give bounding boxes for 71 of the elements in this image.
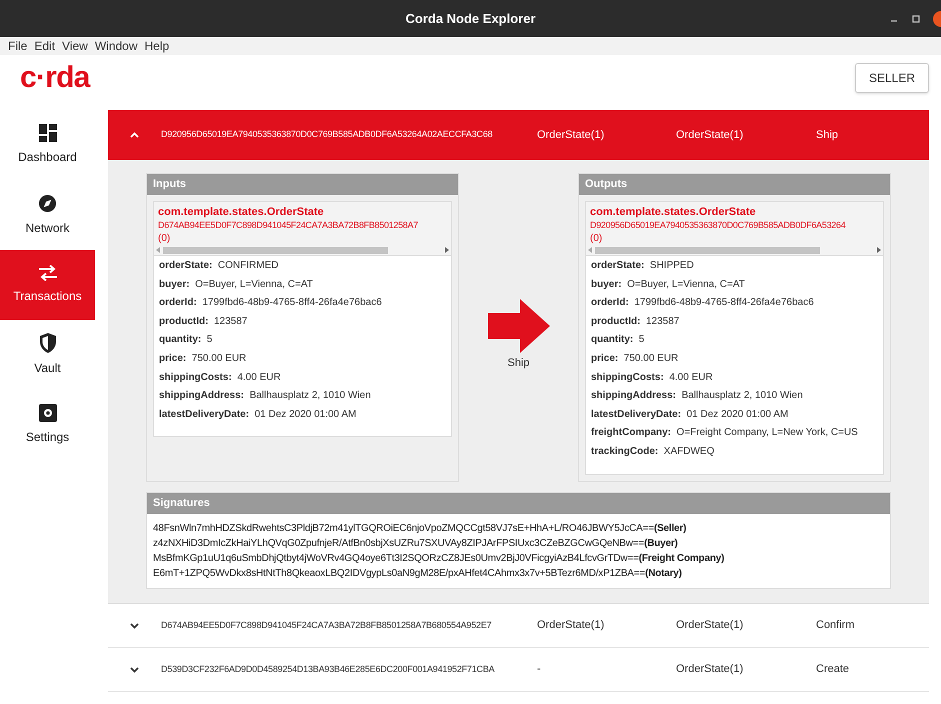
- sidebar-item[interactable]: Transactions: [0, 250, 95, 320]
- field-row-text: productId: 123587: [159, 314, 248, 329]
- state-index: (0): [158, 232, 172, 245]
- menu-item[interactable]: Edit: [34, 37, 56, 55]
- state-ref: D920956D65019EA7940535363870D0C769B585ADB0DF6A53264: [590, 219, 846, 232]
- command-cell-text: Create: [816, 662, 850, 678]
- field-row-text: shippingCosts: 4.00 EUR: [159, 370, 281, 385]
- node-button[interactable]: SELLER: [854, 62, 929, 92]
- menu-item[interactable]: Window: [94, 37, 138, 55]
- command-cell-text: Ship: [816, 128, 838, 143]
- menu-item[interactable]: File: [8, 37, 28, 55]
- field-row-text: shippingAddress: Ballhausplatz 2, 1010 Wien: [159, 389, 371, 404]
- arrows-icon: [38, 265, 58, 281]
- inputs-cell-text: -: [537, 662, 542, 678]
- field-row-text: quantity: 5: [591, 333, 644, 348]
- field-row-text: buyer: O=Buyer, L=Vienna, C=AT: [159, 278, 313, 292]
- dashboard-icon: [38, 124, 56, 142]
- signature-line: E6mT+1ZPQ5WvDkx8sHtNtTh8QkeaoxLBQ2IDVgypLs0aN9gM28E/pxAHfet4CAhmx3x7v+5BTezr6MD/xP1ZBA==(Notary): [153, 567, 683, 581]
- panel-header: Signatures: [147, 493, 890, 514]
- transaction-row[interactable]: D920956D65019EA7940535363870D0C769B585ADB0DF6A53264A02AECCFA3C68 OrderState(1) OrderState(1) Ship: [108, 110, 929, 160]
- close-icon[interactable]: [933, 10, 941, 26]
- field-row-text: latestDeliveryDate: 01 Dez 2020 01:00 AM: [591, 408, 788, 422]
- panel-header: Outputs: [579, 174, 890, 195]
- scroll-right-icon[interactable]: [877, 247, 881, 253]
- inputs-cell-text: OrderState(1): [537, 128, 606, 143]
- signature-line: MsBfmKGp1uU1q6uSmbDhjQtbyt4jWoVRv4GQ4oye6Tt3I2SQORzCZ8JEs0Umv2BjJ0VFicgyiAzB4LfcvGrTDw==(Freight Company): [153, 552, 726, 566]
- caret-up-icon[interactable]: [130, 132, 139, 138]
- field-row-text: latestDeliveryDate: 01 Dez 2020 01:00 AM: [159, 408, 356, 422]
- state-type: com.template.states.OrderState: [590, 205, 757, 219]
- window-title: Corda Node Explorer: [405, 10, 536, 28]
- field-row-text: orderId: 1799fbd6-48b9-4765-8ff4-26fa4e76bac6: [159, 296, 382, 310]
- field-row-text: orderState: CONFIRMED: [159, 259, 278, 273]
- field-row-text: freightCompany: O=Freight Company, L=New York, C=US: [591, 426, 858, 440]
- field-row-text: orderState: SHIPPED: [591, 259, 694, 273]
- transaction-id: D539D3CF232F6AD9D0D4589254D13BA93B46E285E6DC200F001A941952F71CBA: [161, 662, 496, 676]
- outputs-cell-text: OrderState(1): [676, 618, 744, 634]
- scrollbar[interactable]: [154, 245, 451, 256]
- field-row-text: shippingCosts: 4.00 EUR: [591, 370, 713, 385]
- state-type: com.template.states.OrderState: [158, 205, 325, 219]
- field-row-text: shippingAddress: Ballhausplatz 2, 1010 Wien: [591, 389, 803, 404]
- field-row-text: price: 750.00 EUR: [591, 352, 678, 366]
- field-row-text: orderId: 1799fbd6-48b9-4765-8ff4-26fa4e76bac6: [591, 296, 814, 310]
- command-cell-text: Confirm: [816, 618, 855, 634]
- field-row-text: quantity: 5: [159, 333, 212, 348]
- field-row-text: productId: 123587: [591, 314, 680, 329]
- inputs-cell-text: OrderState(1): [537, 618, 606, 634]
- field-row-text: price: 750.00 EUR: [159, 352, 246, 366]
- panel-header: Inputs: [147, 174, 458, 195]
- outputs-cell-text: OrderState(1): [676, 128, 744, 143]
- scroll-right-icon[interactable]: [445, 247, 449, 253]
- caret-down-icon[interactable]: [130, 666, 139, 672]
- maximize-icon[interactable]: [911, 14, 921, 24]
- logo: c·rda: [20, 62, 90, 92]
- menu-item[interactable]: View: [62, 37, 88, 55]
- field-row-text: buyer: O=Buyer, L=Vienna, C=AT: [591, 278, 745, 292]
- scrollbar[interactable]: [586, 245, 883, 256]
- command-label: Ship: [507, 356, 530, 371]
- state-ref: D674AB94EE5D0F7C898D941045F24CA7A3BA72B8FB8501258A7: [158, 219, 418, 232]
- field-row-text: trackingCode: XAFDWEQ: [591, 444, 714, 459]
- transaction-id: D674AB94EE5D0F7C898D941045F24CA7A3BA72B8FB8501258A7B680554A952E7: [161, 618, 492, 632]
- shield-icon: [38, 333, 56, 353]
- caret-down-icon[interactable]: [130, 622, 139, 628]
- compass-icon: [38, 194, 57, 212]
- transaction-id: D920956D65019EA7940535363870D0C769B585ADB0DF6A53264A02AECCFA3C68: [161, 128, 494, 142]
- settings-icon: [38, 404, 56, 422]
- menu-item[interactable]: Help: [144, 37, 170, 55]
- signature-line: 48FsnWln7mhHDZSkdRwehtsC3PldjB72m41ylTGQROiEC6njoVpoZMQCCgt58VJ7sE+HhA+L/RO46JBWY5JcCA==(Seller): [153, 522, 688, 536]
- arrow-icon: [488, 299, 550, 353]
- outputs-cell-text: OrderState(1): [676, 662, 744, 678]
- state-index: (0): [590, 232, 604, 245]
- signature-line: z4zNXHiD3DmIcZkHaiYLhQVqG0ZpufnjeR/AtfBn0sbjXsUZRu7SXUVAy8ZIPJArFPSIUxc3CZeBZGCwGQeNBw==(Buyer): [153, 537, 679, 551]
